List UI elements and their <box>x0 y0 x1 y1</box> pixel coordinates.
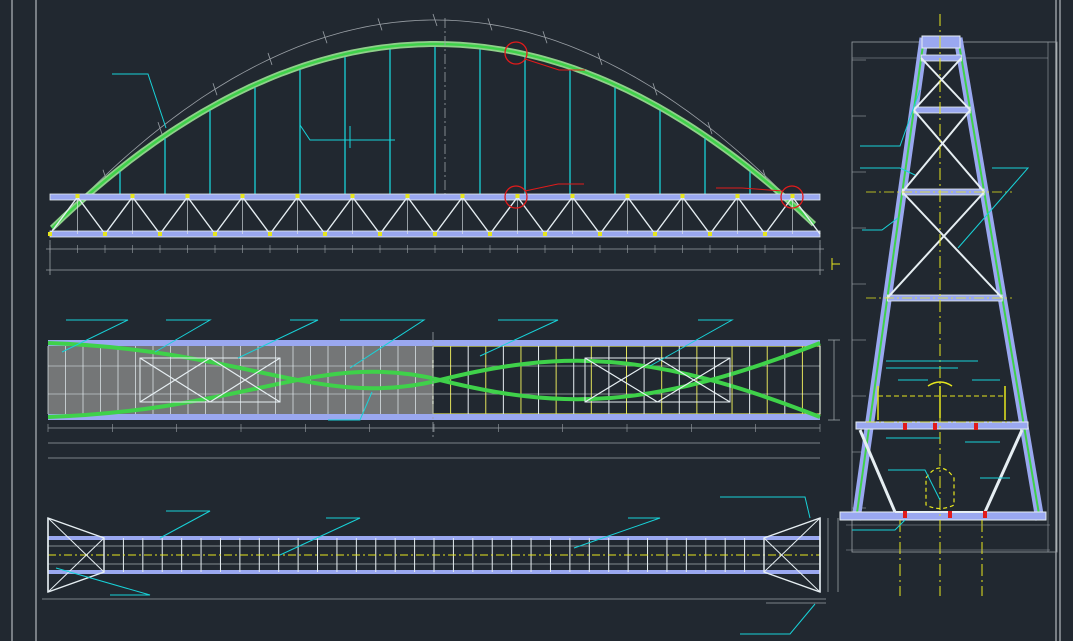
annotation-leader <box>740 603 816 635</box>
truss-diagonal <box>544 196 574 235</box>
truss-diagonal <box>516 196 546 235</box>
truss-diagonal <box>626 196 656 235</box>
node-plate <box>213 232 217 236</box>
truss-diagonal <box>599 196 629 235</box>
node-plate <box>625 194 630 198</box>
node-plate <box>75 194 80 198</box>
node-plate <box>130 194 135 198</box>
truss-diagonal <box>241 196 271 235</box>
node-plate <box>240 194 245 198</box>
section-red-mark <box>903 511 907 518</box>
node-plate <box>350 194 355 198</box>
node-plate <box>103 232 107 236</box>
truss-diagonal <box>709 196 739 235</box>
truss-diagonal <box>269 196 299 235</box>
node-plate <box>295 194 300 198</box>
node-plate <box>460 194 465 198</box>
bottom-plan-view <box>42 517 839 604</box>
plan-edge-chord <box>48 414 820 420</box>
section-red-mark <box>974 423 978 430</box>
top-chord <box>49 193 821 201</box>
truss-diagonal <box>736 196 766 235</box>
truss-diagonal <box>379 196 409 235</box>
arch-rib <box>51 42 815 230</box>
section-crown <box>921 35 961 49</box>
revision-clouds <box>504 41 804 209</box>
truss-diagonal <box>434 196 464 235</box>
node-plate <box>158 232 162 236</box>
node-plate <box>570 194 575 198</box>
truss-diagonal <box>681 196 711 235</box>
truss-diagonal <box>654 196 684 235</box>
section-red-mark <box>948 511 952 518</box>
node-plate <box>790 194 795 198</box>
truss-diagonal <box>489 196 519 235</box>
node-plate <box>598 232 602 236</box>
node-plate <box>488 232 492 236</box>
node-plate <box>735 194 740 198</box>
annotation-leader <box>159 510 211 539</box>
truss-diagonal <box>49 196 79 235</box>
node-plate <box>680 194 685 198</box>
truss-diagonal <box>76 196 106 235</box>
section-red-mark <box>983 511 987 518</box>
node-plate <box>433 232 437 236</box>
truss-diagonal <box>104 196 134 235</box>
elevation-view <box>46 13 840 275</box>
truss-diagonal <box>324 196 354 235</box>
section-red-mark <box>933 423 937 430</box>
annotation-leader <box>479 319 559 357</box>
truss-diagonal <box>764 196 794 235</box>
section-red-mark <box>903 423 907 430</box>
node-plate <box>515 194 520 198</box>
annotation-leader <box>888 469 941 501</box>
truss-diagonal <box>461 196 491 235</box>
node-plate <box>323 232 327 236</box>
truss-diagonal <box>214 196 244 235</box>
annotation-leader <box>112 73 167 129</box>
arch-dim-tick <box>267 52 273 66</box>
plan-edge-chord <box>48 340 820 346</box>
node-plate <box>268 232 272 236</box>
arch-dim-tick <box>652 83 658 96</box>
truss-diagonal <box>296 196 326 235</box>
truss-diagonal <box>186 196 216 235</box>
section-floor <box>839 511 1047 521</box>
arch-dim-tick <box>707 122 713 135</box>
truss-diagonal <box>131 196 161 235</box>
section-deck <box>855 421 1029 430</box>
annotation-leader <box>720 496 811 519</box>
arch-dim-tick <box>212 83 218 96</box>
truss-diagonal <box>571 196 601 235</box>
node-plate <box>763 232 767 236</box>
annotation-leader <box>299 124 395 141</box>
node-plate <box>378 232 382 236</box>
arch-dim-tick <box>597 52 603 66</box>
node-plate <box>543 232 547 236</box>
node-plate <box>185 194 190 198</box>
cross-section-view <box>839 14 1058 596</box>
arch-dim-tick <box>542 31 548 44</box>
truss-diagonal <box>791 196 821 235</box>
cad-drawing-canvas <box>11 0 1061 641</box>
node-plate <box>708 232 712 236</box>
node-plate <box>48 232 52 236</box>
node-plate <box>653 232 657 236</box>
plan-view <box>47 332 840 459</box>
truss-diagonal <box>351 196 381 235</box>
section-strut <box>920 54 962 62</box>
arch-dim-tick <box>157 122 163 135</box>
annotation-leader <box>862 217 899 231</box>
clearance-outline <box>877 395 1006 420</box>
truss-diagonal <box>406 196 436 235</box>
revision-leader <box>524 183 584 192</box>
node-plate <box>405 194 410 198</box>
section-strut <box>913 106 971 114</box>
truss-diagonal <box>159 196 189 235</box>
